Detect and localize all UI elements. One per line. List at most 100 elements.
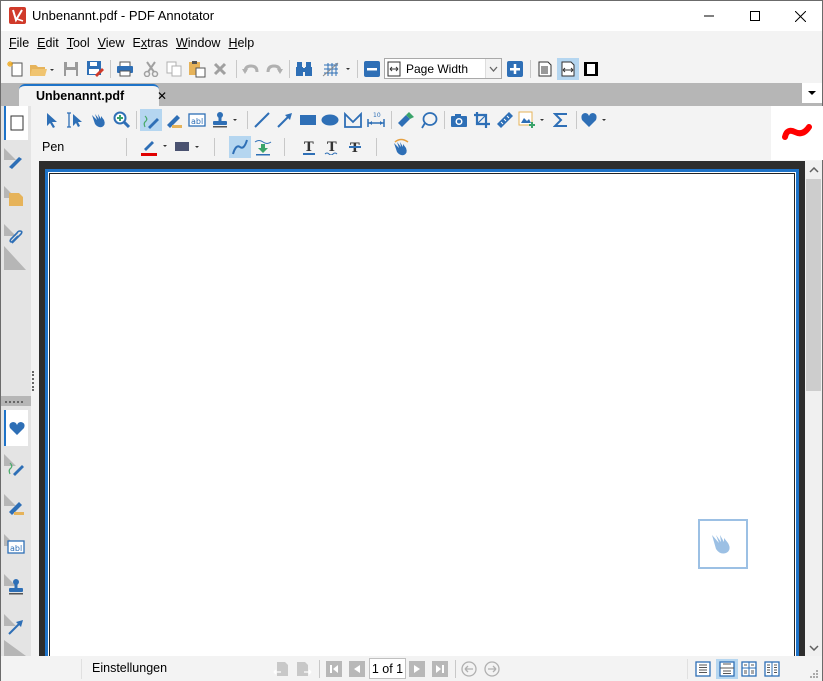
print-button[interactable] [114,58,136,80]
tool-measure[interactable]: 10 [365,109,387,131]
sidebar-resize-grip[interactable] [32,371,35,391]
tool-select[interactable] [41,109,63,131]
sidebar-tab-favorites[interactable] [4,410,28,446]
tab-unbenannt-pdf[interactable]: Unbenannt.pdf ✕ [19,84,167,106]
stroke-option-button[interactable] [252,136,274,158]
menu-extras[interactable]: Extras [129,36,172,50]
layout-two-page-button[interactable] [739,659,759,679]
text-strikeout-button[interactable]: T [344,136,366,158]
layout-continuous-button[interactable] [716,659,738,679]
previous-view-page-button[interactable] [271,659,291,679]
polyline-icon [344,112,362,128]
zoom-in-button[interactable] [504,58,526,80]
zoom-dropdown-arrow[interactable] [485,59,501,78]
document-viewport[interactable] [39,161,805,659]
sidebar-tab-pen[interactable] [4,450,28,484]
scroll-up-button[interactable] [805,161,822,178]
tool-rectangle[interactable] [297,109,319,131]
full-screen-button[interactable] [580,58,602,80]
maximize-button[interactable] [732,1,778,31]
menu-window[interactable]: Window [172,36,224,50]
pdf-page[interactable] [45,169,799,659]
menu-view[interactable]: View [94,36,129,50]
zoom-out-button[interactable] [361,58,383,80]
tool-pen[interactable] [140,109,162,131]
undo-button[interactable] [240,58,262,80]
sidebar-tab-highlighter[interactable] [4,490,28,524]
navigate-forward-button[interactable] [482,659,502,679]
tool-eraser[interactable] [395,109,417,131]
last-page-button[interactable] [430,659,450,679]
paste-button[interactable] [186,58,208,80]
layout-two-page-continuous-button[interactable] [762,659,782,679]
tool-favorites[interactable] [580,109,610,131]
cut-button[interactable] [140,58,162,80]
tool-lasso[interactable] [418,109,440,131]
open-button[interactable] [28,58,56,80]
menu-edit[interactable]: Edit [33,36,63,50]
page-number-field[interactable]: 1 of 1 [369,658,406,679]
redo-button[interactable] [263,58,285,80]
tool-hand[interactable] [87,109,109,131]
sidebar-tab-notes[interactable] [4,182,28,216]
tool-sum[interactable] [550,109,572,131]
text-squiggly-button[interactable]: T [321,136,343,158]
tab-close-icon[interactable]: ✕ [157,89,167,103]
full-page-view-button[interactable] [534,58,556,80]
find-button[interactable] [293,58,315,80]
smooth-stroke-toggle[interactable] [229,136,251,158]
next-page-button[interactable] [407,659,427,679]
new-document-button[interactable] [4,58,26,80]
tool-stamp[interactable] [209,109,243,131]
first-page-button[interactable] [324,659,344,679]
touch-scroll-toggle[interactable] [698,519,748,569]
scroll-down-button[interactable] [805,639,822,656]
sidebar-splitter[interactable] [1,396,31,404]
navigate-back-button[interactable] [459,659,479,679]
tool-polyline[interactable] [342,109,364,131]
fill-color-picker[interactable] [173,136,205,158]
sidebar-tab-text-box[interactable]: abl [4,530,28,564]
tool-zoom[interactable] [111,109,133,131]
tool-ellipse[interactable] [319,109,341,131]
text-underline-button[interactable]: T [298,136,320,158]
tool-text-box[interactable]: abl [186,109,208,131]
copy-button[interactable] [163,58,185,80]
save-button[interactable] [60,58,82,80]
tool-crop[interactable] [471,109,493,131]
zoom-select[interactable]: Page Width [384,58,502,79]
pen-color-picker[interactable] [139,136,171,158]
pen-stroke-preview-icon [782,124,812,140]
save-annotated-button[interactable] [84,58,106,80]
menu-window-accel: W [175,36,188,50]
scroll-thumb[interactable] [806,179,821,391]
close-button[interactable] [777,1,823,31]
menu-tool[interactable]: Tool [63,36,94,50]
vertical-scrollbar[interactable] [805,161,822,656]
touch-mode-button[interactable] [390,136,412,158]
sidebar-tab-arrow[interactable] [4,610,28,644]
menu-help[interactable]: Help [224,36,258,50]
tool-highlighter[interactable] [163,109,185,131]
tool-insert-image[interactable] [517,109,549,131]
sidebar-tab-stamp[interactable] [4,570,28,604]
next-view-page-button[interactable] [294,659,314,679]
sidebar-tab-pages[interactable] [4,106,28,140]
menu-file[interactable]: File [5,36,33,50]
undo-icon [242,64,259,74]
tool-arrow[interactable] [274,109,296,131]
previous-page-button[interactable] [347,659,367,679]
tool-ruler[interactable] [494,109,516,131]
tool-line[interactable] [251,109,273,131]
tool-snapshot[interactable] [448,109,470,131]
tool-text-select[interactable] [64,109,86,131]
minimize-button[interactable] [686,1,732,31]
sidebar-tab-bookmarks[interactable] [4,144,28,178]
page-width-view-button[interactable] [557,58,579,80]
page-content[interactable] [49,173,795,656]
layout-single-page-button[interactable] [693,659,713,679]
resize-grip[interactable] [809,668,819,678]
grid-dropdown-button[interactable] [319,58,353,80]
tab-list-dropdown[interactable] [802,83,822,103]
delete-button[interactable] [209,58,231,80]
